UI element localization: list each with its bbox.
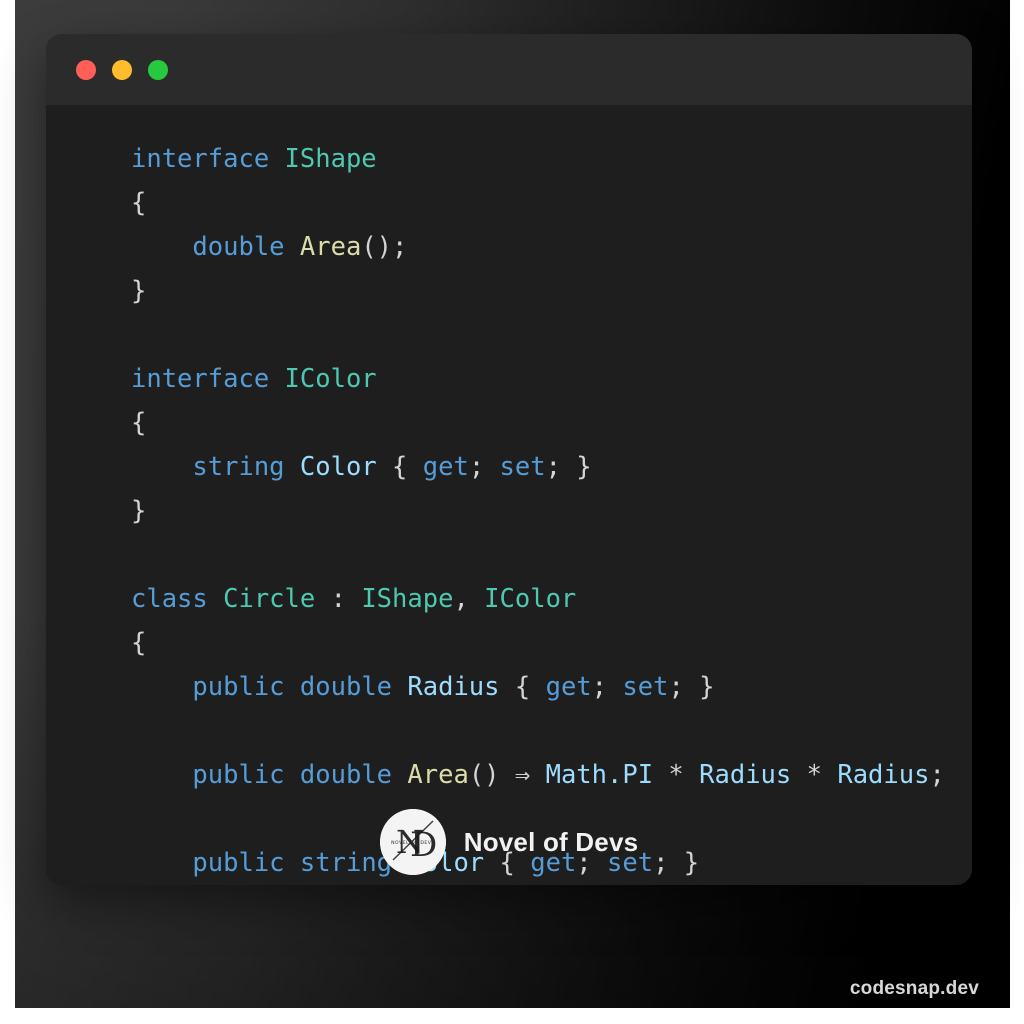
code-line: } [131,276,147,306]
code-line: { [131,408,147,438]
code-line: double Area(); [192,232,408,262]
code-line: string Color { get; set; } [192,452,592,482]
code-line: { [131,188,147,218]
codesnap-watermark: codesnap.dev [849,978,979,999]
brand-row: N D NOVEL OF DEVS Novel of Devs [46,809,972,875]
svg-text:NOVEL OF DEVS: NOVEL OF DEVS [391,840,435,846]
traffic-light-controls [76,59,168,80]
close-window-button[interactable] [76,59,96,80]
code-block: interface IShape { double Area();} interf… [46,137,972,885]
maximize-window-button[interactable] [148,59,168,80]
code-line: public double Area() ⇒ Math.PI * Radius … [192,760,945,790]
screenshot-canvas: interface IShape { double Area();} interf… [0,0,1024,1024]
novel-of-devs-logo-icon: N D NOVEL OF DEVS [379,809,446,875]
code-line: public double Radius { get; set; } [192,672,715,702]
code-line: { [131,628,147,658]
window-titlebar [46,34,972,105]
code-line: interface IShape [131,144,377,174]
code-line: interface IColor [131,364,377,394]
minimize-window-button[interactable] [112,59,132,80]
code-window: interface IShape { double Area();} interf… [46,34,972,885]
code-line: } [131,496,147,526]
code-line: class Circle : IShape, IColor [131,584,577,614]
code-editor-area: interface IShape { double Area();} interf… [46,105,972,885]
brand-name-label: Novel of Devs [463,826,639,857]
